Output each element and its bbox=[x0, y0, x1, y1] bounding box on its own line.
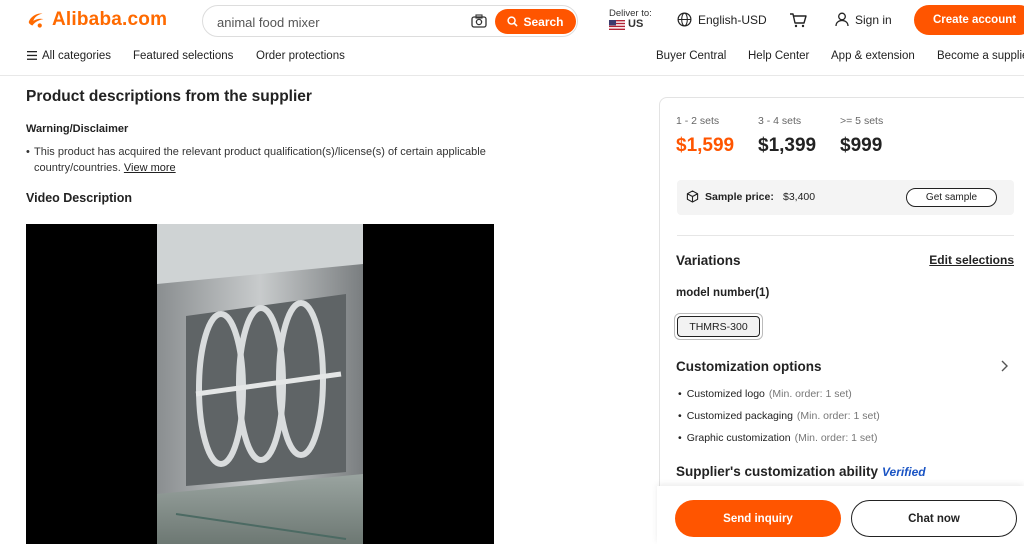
list-item: • Graphic customization (Min. order: 1 set… bbox=[678, 432, 878, 444]
top-header: Alibaba.com Search Deliver to: US bbox=[0, 0, 1024, 42]
section-title: Product descriptions from the supplier bbox=[26, 88, 312, 105]
sample-price-value: $3,400 bbox=[783, 191, 816, 203]
tier-range: >= 5 sets bbox=[840, 115, 884, 127]
user-icon bbox=[835, 12, 849, 27]
language-label: English-USD bbox=[698, 12, 767, 27]
box-icon bbox=[686, 190, 699, 203]
model-number-label: model number(1) bbox=[676, 287, 770, 299]
customization-title[interactable]: Customization options bbox=[676, 359, 822, 374]
min-order: (Min. order: 1 set) bbox=[796, 410, 880, 422]
customization-name: Graphic customization bbox=[686, 432, 791, 444]
warning-title: Warning/Disclaimer bbox=[26, 123, 129, 135]
customization-name: Customized packaging bbox=[686, 410, 793, 422]
product-video[interactable] bbox=[26, 224, 494, 544]
get-sample-button[interactable]: Get sample bbox=[906, 188, 997, 207]
list-item: • Customized packaging (Min. order: 1 set) bbox=[678, 410, 880, 422]
search-input[interactable] bbox=[217, 12, 457, 32]
customization-list: • Customized logo (Min. order: 1 set) • Cus… bbox=[678, 387, 880, 453]
camera-icon[interactable] bbox=[471, 14, 487, 28]
deliver-country: US bbox=[628, 18, 644, 30]
category-nav: All categories Featured selections Order… bbox=[0, 42, 1024, 76]
us-flag-icon bbox=[609, 19, 625, 30]
customization-ability-title: Supplier's customization ability Verifie… bbox=[676, 464, 926, 479]
sample-price-label: Sample price: bbox=[705, 191, 774, 203]
min-order: (Min. order: 1 set) bbox=[768, 388, 852, 400]
create-account-button[interactable]: Create account bbox=[914, 5, 1024, 35]
model-option-chip[interactable]: THMRS-300 bbox=[674, 313, 763, 340]
customization-name: Customized logo bbox=[686, 388, 765, 400]
chevron-right-icon[interactable] bbox=[1000, 360, 1008, 372]
tier-price: $1,599 bbox=[676, 135, 735, 156]
sign-in-link[interactable]: Sign in bbox=[835, 12, 892, 27]
tier-range: 1 - 2 sets bbox=[676, 115, 720, 127]
warning-text: • This product has acquired the relevant… bbox=[26, 145, 546, 176]
nav-all-categories[interactable]: All categories bbox=[27, 50, 111, 62]
ability-label: Supplier's customization ability bbox=[676, 464, 878, 479]
nav-buyer-central[interactable]: Buyer Central bbox=[656, 50, 726, 62]
warning-body: This product has acquired the relevant p… bbox=[34, 146, 486, 174]
alibaba-logo[interactable]: Alibaba.com bbox=[26, 9, 167, 31]
divider bbox=[677, 235, 1014, 236]
alibaba-logo-icon bbox=[28, 13, 44, 28]
deliver-to[interactable]: Deliver to: US bbox=[609, 8, 652, 30]
list-item: • Customized logo (Min. order: 1 set) bbox=[678, 388, 852, 400]
language-selector[interactable]: English-USD bbox=[677, 12, 767, 27]
menu-icon bbox=[27, 51, 37, 60]
nav-help-center[interactable]: Help Center bbox=[748, 50, 809, 62]
video-title: Video Description bbox=[26, 191, 133, 205]
send-inquiry-button[interactable]: Send inquiry bbox=[675, 500, 841, 537]
nav-featured-selections[interactable]: Featured selections bbox=[133, 50, 233, 62]
video-frame bbox=[157, 224, 363, 544]
tier-range: 3 - 4 sets bbox=[758, 115, 802, 127]
tier-price: $1,399 bbox=[758, 135, 817, 156]
tier-price: $999 bbox=[840, 135, 883, 156]
search-button[interactable]: Search bbox=[495, 9, 576, 34]
nav-order-protections[interactable]: Order protections bbox=[256, 50, 345, 62]
search-icon bbox=[507, 16, 519, 27]
edit-selections-link[interactable]: Edit selections bbox=[929, 253, 1014, 267]
min-order: (Min. order: 1 set) bbox=[794, 432, 878, 444]
nav-all-categories-label: All categories bbox=[42, 50, 112, 62]
verified-badge: Verified bbox=[882, 465, 926, 479]
globe-icon bbox=[677, 12, 692, 27]
nav-become-supplier[interactable]: Become a supplier bbox=[937, 50, 1024, 62]
chat-now-button[interactable]: Chat now bbox=[851, 500, 1017, 537]
bullet: • bbox=[26, 146, 30, 158]
sign-in-label: Sign in bbox=[855, 12, 892, 27]
search-button-label: Search bbox=[523, 14, 564, 29]
nav-app-extension[interactable]: App & extension bbox=[831, 50, 915, 62]
search-bar: Search bbox=[202, 5, 578, 37]
logo-text: Alibaba.com bbox=[52, 9, 168, 30]
view-more-link[interactable]: View more bbox=[124, 162, 176, 174]
variations-title: Variations bbox=[676, 253, 741, 268]
purchase-panel: 1 - 2 sets 3 - 4 sets >= 5 sets $1,599 $… bbox=[659, 97, 1024, 544]
action-bar: Send inquiry Chat now bbox=[657, 486, 1024, 544]
cart-icon[interactable] bbox=[789, 12, 807, 28]
sample-price-box: Sample price: $3,400 Get sample bbox=[677, 180, 1014, 215]
